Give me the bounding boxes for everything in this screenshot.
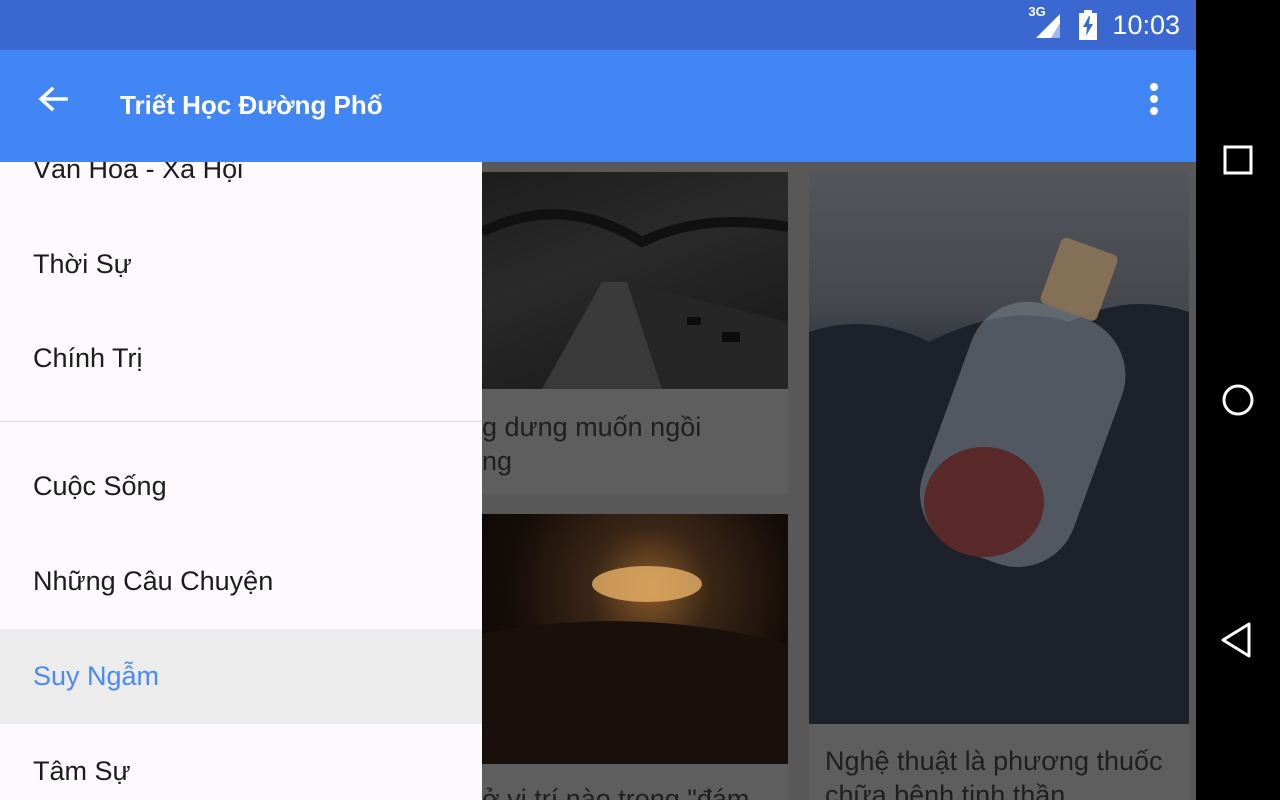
navigation-drawer: Văn Hóa - Xã Hội Thời Sự Chính Trị Cuộc … (0, 162, 482, 800)
drawer-item-chinh-tri[interactable]: Chính Trị (0, 311, 482, 406)
drawer-item-thoi-su[interactable]: Thời Sự (0, 217, 482, 312)
article-image (482, 172, 788, 389)
home-icon[interactable] (1216, 378, 1260, 422)
article-card[interactable]: g dưng muốn ngồi ng (482, 172, 788, 494)
article-image (809, 172, 1189, 724)
article-title: g dưng muốn ngồi (482, 412, 702, 442)
article-title-2: ng (482, 446, 513, 476)
article-title-2: chữa bệnh tinh thần (825, 780, 1066, 800)
battery-charging-icon (1078, 10, 1098, 40)
arrow-back-icon[interactable] (34, 80, 74, 120)
article-image (482, 514, 788, 764)
status-time: 10:03 (1112, 9, 1180, 40)
drawer-item-van-hoa-xa-hoi[interactable]: Văn Hóa - Xã Hội (0, 162, 482, 217)
drawer-item-nhung-cau-chuyen[interactable]: Những Câu Chuyện (0, 534, 482, 629)
article-title: ở vị trí nào trong "đám (482, 784, 750, 800)
article-card[interactable]: Nghệ thuật là phương thuốc chữa bệnh tin… (809, 172, 1189, 800)
article-title: Nghệ thuật là phương thuốc (825, 746, 1163, 776)
more-vert-icon[interactable] (1142, 80, 1166, 120)
status-bar: 3G 10:03 (0, 0, 1196, 50)
drawer-item-cuoc-song[interactable]: Cuộc Sống (0, 439, 482, 534)
signal-icon: 3G (1028, 4, 1064, 40)
page-title: Triết Học Đường Phố (120, 90, 383, 120)
drawer-item-tam-su[interactable]: Tâm Sự (0, 724, 482, 800)
drawer-item-suy-ngam[interactable]: Suy Ngẫm (0, 629, 482, 724)
back-triangle-icon[interactable] (1216, 618, 1260, 662)
article-card[interactable]: ở vị trí nào trong "đám (482, 514, 788, 800)
drawer-divider (0, 421, 482, 422)
system-navigation-bar (1196, 0, 1280, 800)
app-toolbar: Triết Học Đường Phố (0, 50, 1196, 162)
network-type: 3G (1028, 4, 1046, 19)
screen: 3G 10:03 Triết Học Đường Phố g dưng muốn… (0, 0, 1196, 800)
recents-icon[interactable] (1216, 138, 1260, 182)
